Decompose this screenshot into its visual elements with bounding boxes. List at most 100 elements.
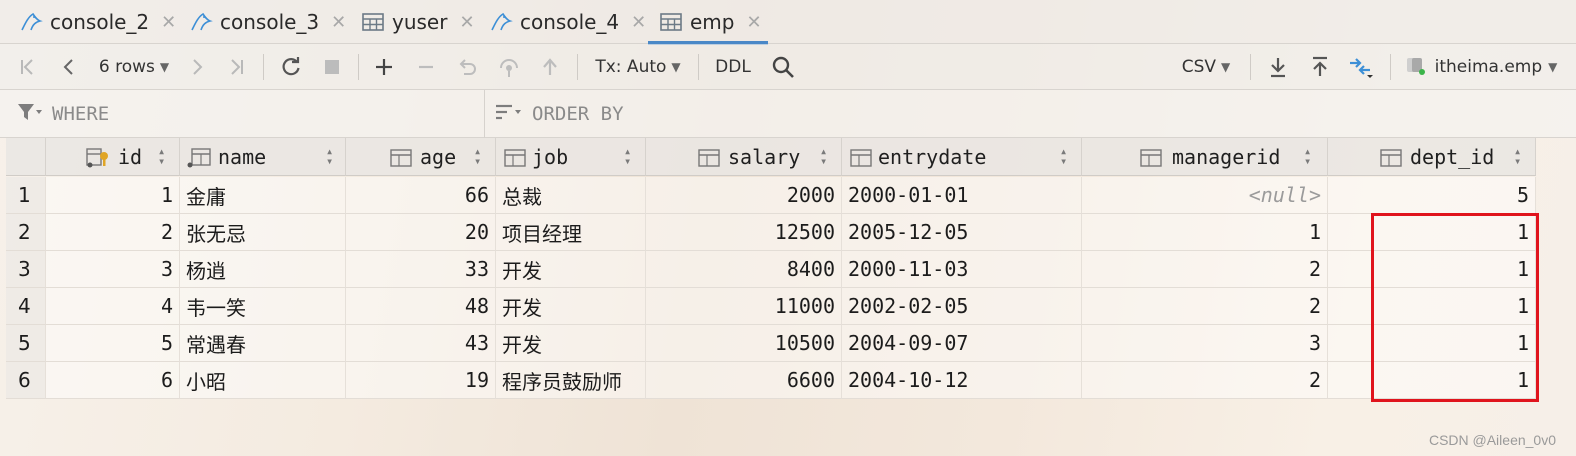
tab-console-2[interactable]: console_2 ✕ — [18, 0, 176, 44]
table-cell-id[interactable]: 1 — [46, 177, 180, 214]
table-cell-id[interactable]: 6 — [46, 362, 180, 399]
column-header-age[interactable]: age ▴ ▾ — [346, 138, 496, 176]
column-header-job[interactable]: job ▴ ▾ — [496, 138, 646, 176]
column-header-entrydate[interactable]: entrydate ▴ ▾ — [842, 138, 1082, 176]
where-filter-input[interactable]: WHERE — [16, 90, 482, 138]
table-cell-id[interactable]: 5 — [46, 325, 180, 362]
table-cell-entrydate[interactable]: 2004-10-12 — [842, 362, 1082, 399]
table-cell-job[interactable]: 开发 — [496, 325, 646, 362]
order-by-input[interactable]: ORDER BY — [494, 90, 1094, 138]
tab-console-3[interactable]: console_3 ✕ — [188, 0, 346, 44]
download-icon[interactable] — [1264, 44, 1292, 90]
row-number[interactable]: 6 — [6, 362, 46, 399]
table-cell-job[interactable]: 项目经理 — [496, 214, 646, 251]
table-cell-salary[interactable]: 10500 — [646, 325, 842, 362]
table-cell-name[interactable]: 常遇春 — [180, 325, 346, 362]
sort-arrows-icon[interactable]: ▴ ▾ — [474, 145, 481, 167]
table-cell-managerid[interactable]: 2 — [1082, 362, 1328, 399]
table-cell-salary[interactable]: 2000 — [646, 177, 842, 214]
compare-icon[interactable] — [1346, 44, 1376, 90]
column-header-salary[interactable]: salary ▴ ▾ — [646, 138, 842, 176]
previous-page-icon[interactable] — [56, 44, 82, 90]
table-cell-age[interactable]: 20 — [346, 214, 496, 251]
upload-icon[interactable] — [1306, 44, 1334, 90]
sort-arrows-icon[interactable]: ▴ ▾ — [1514, 145, 1521, 167]
datasource-selector[interactable]: itheima.emp ▼ — [1406, 44, 1557, 90]
table-cell-entrydate[interactable]: 2000-11-03 — [842, 251, 1082, 288]
rows-count-dropdown[interactable]: 6 rows ▼ — [94, 44, 174, 90]
row-number[interactable]: 5 — [6, 325, 46, 362]
close-icon[interactable]: ✕ — [331, 12, 346, 33]
table-cell-entrydate[interactable]: 2000-01-01 — [842, 177, 1082, 214]
ddl-button[interactable]: DDL — [710, 44, 756, 90]
table-cell-managerid[interactable]: <null> — [1082, 177, 1328, 214]
next-page-icon[interactable] — [184, 44, 210, 90]
column-header-label: salary — [728, 144, 801, 169]
table-cell-age[interactable]: 66 — [346, 177, 496, 214]
tab-yuser[interactable]: yuser ✕ — [360, 0, 475, 44]
table-cell-salary[interactable]: 8400 — [646, 251, 842, 288]
table-cell-dept-id[interactable]: 5 — [1328, 177, 1536, 214]
preview-pending-icon[interactable] — [494, 44, 524, 90]
close-icon[interactable]: ✕ — [631, 12, 646, 33]
sort-arrows-icon[interactable]: ▴ ▾ — [158, 145, 165, 167]
table-cell-age[interactable]: 33 — [346, 251, 496, 288]
column-header-managerid[interactable]: managerid ▴ ▾ — [1082, 138, 1328, 176]
table-cell-age[interactable]: 48 — [346, 288, 496, 325]
table-cell-name[interactable]: 韦一笑 — [180, 288, 346, 325]
sort-arrows-icon[interactable]: ▴ ▾ — [1304, 145, 1311, 167]
table-cell-job[interactable]: 程序员鼓励师 — [496, 362, 646, 399]
table-cell-id[interactable]: 4 — [46, 288, 180, 325]
table-cell-job[interactable]: 开发 — [496, 288, 646, 325]
table-cell-id[interactable]: 2 — [46, 214, 180, 251]
table-cell-name[interactable]: 小昭 — [180, 362, 346, 399]
table-cell-age[interactable]: 43 — [346, 325, 496, 362]
table-cell-age[interactable]: 19 — [346, 362, 496, 399]
table-cell-job[interactable]: 总裁 — [496, 177, 646, 214]
row-number[interactable]: 4 — [6, 288, 46, 325]
table-cell-managerid[interactable]: 3 — [1082, 325, 1328, 362]
export-format-dropdown[interactable]: CSV ▼ — [1176, 44, 1236, 90]
toolbar-separator — [358, 54, 359, 80]
tab-emp[interactable]: emp ✕ — [648, 0, 768, 45]
column-header-id[interactable]: id ▴ ▾ — [46, 138, 180, 176]
add-row-icon[interactable] — [370, 44, 398, 90]
transaction-mode-dropdown[interactable]: Tx: Auto ▼ — [592, 44, 684, 90]
row-number[interactable]: 1 — [6, 177, 46, 214]
first-page-icon[interactable] — [14, 44, 42, 90]
stop-icon[interactable] — [318, 44, 346, 90]
refresh-icon[interactable] — [276, 44, 306, 90]
close-icon[interactable]: ✕ — [746, 12, 761, 33]
table-cell-salary[interactable]: 12500 — [646, 214, 842, 251]
toolbar-separator — [263, 54, 264, 80]
sort-arrows-icon[interactable]: ▴ ▾ — [1060, 145, 1067, 167]
table-cell-id[interactable]: 3 — [46, 251, 180, 288]
table-cell-entrydate[interactable]: 2002-02-05 — [842, 288, 1082, 325]
table-cell-salary[interactable]: 11000 — [646, 288, 842, 325]
table-cell-name[interactable]: 金庸 — [180, 177, 346, 214]
table-cell-name[interactable]: 杨逍 — [180, 251, 346, 288]
table-cell-entrydate[interactable]: 2004-09-07 — [842, 325, 1082, 362]
column-header-name[interactable]: name ▴ ▾ — [180, 138, 346, 176]
revert-icon[interactable] — [452, 44, 482, 90]
table-cell-managerid[interactable]: 2 — [1082, 251, 1328, 288]
table-cell-managerid[interactable]: 1 — [1082, 214, 1328, 251]
table-cell-entrydate[interactable]: 2005-12-05 — [842, 214, 1082, 251]
table-cell-name[interactable]: 张无忌 — [180, 214, 346, 251]
search-icon[interactable] — [768, 44, 798, 90]
table-cell-managerid[interactable]: 2 — [1082, 288, 1328, 325]
delete-row-icon[interactable] — [412, 44, 440, 90]
last-page-icon[interactable] — [222, 44, 250, 90]
sort-arrows-icon[interactable]: ▴ ▾ — [820, 145, 827, 167]
sort-arrows-icon[interactable]: ▴ ▾ — [326, 145, 333, 167]
row-number[interactable]: 3 — [6, 251, 46, 288]
close-icon[interactable]: ✕ — [459, 12, 474, 33]
tab-console-4[interactable]: console_4 ✕ — [488, 0, 646, 44]
column-header-dept-id[interactable]: dept_id ▴ ▾ — [1328, 138, 1536, 176]
row-number[interactable]: 2 — [6, 214, 46, 251]
submit-icon[interactable] — [536, 44, 564, 90]
table-cell-salary[interactable]: 6600 — [646, 362, 842, 399]
sort-arrows-icon[interactable]: ▴ ▾ — [624, 145, 631, 167]
table-cell-job[interactable]: 开发 — [496, 251, 646, 288]
close-icon[interactable]: ✕ — [161, 12, 176, 33]
